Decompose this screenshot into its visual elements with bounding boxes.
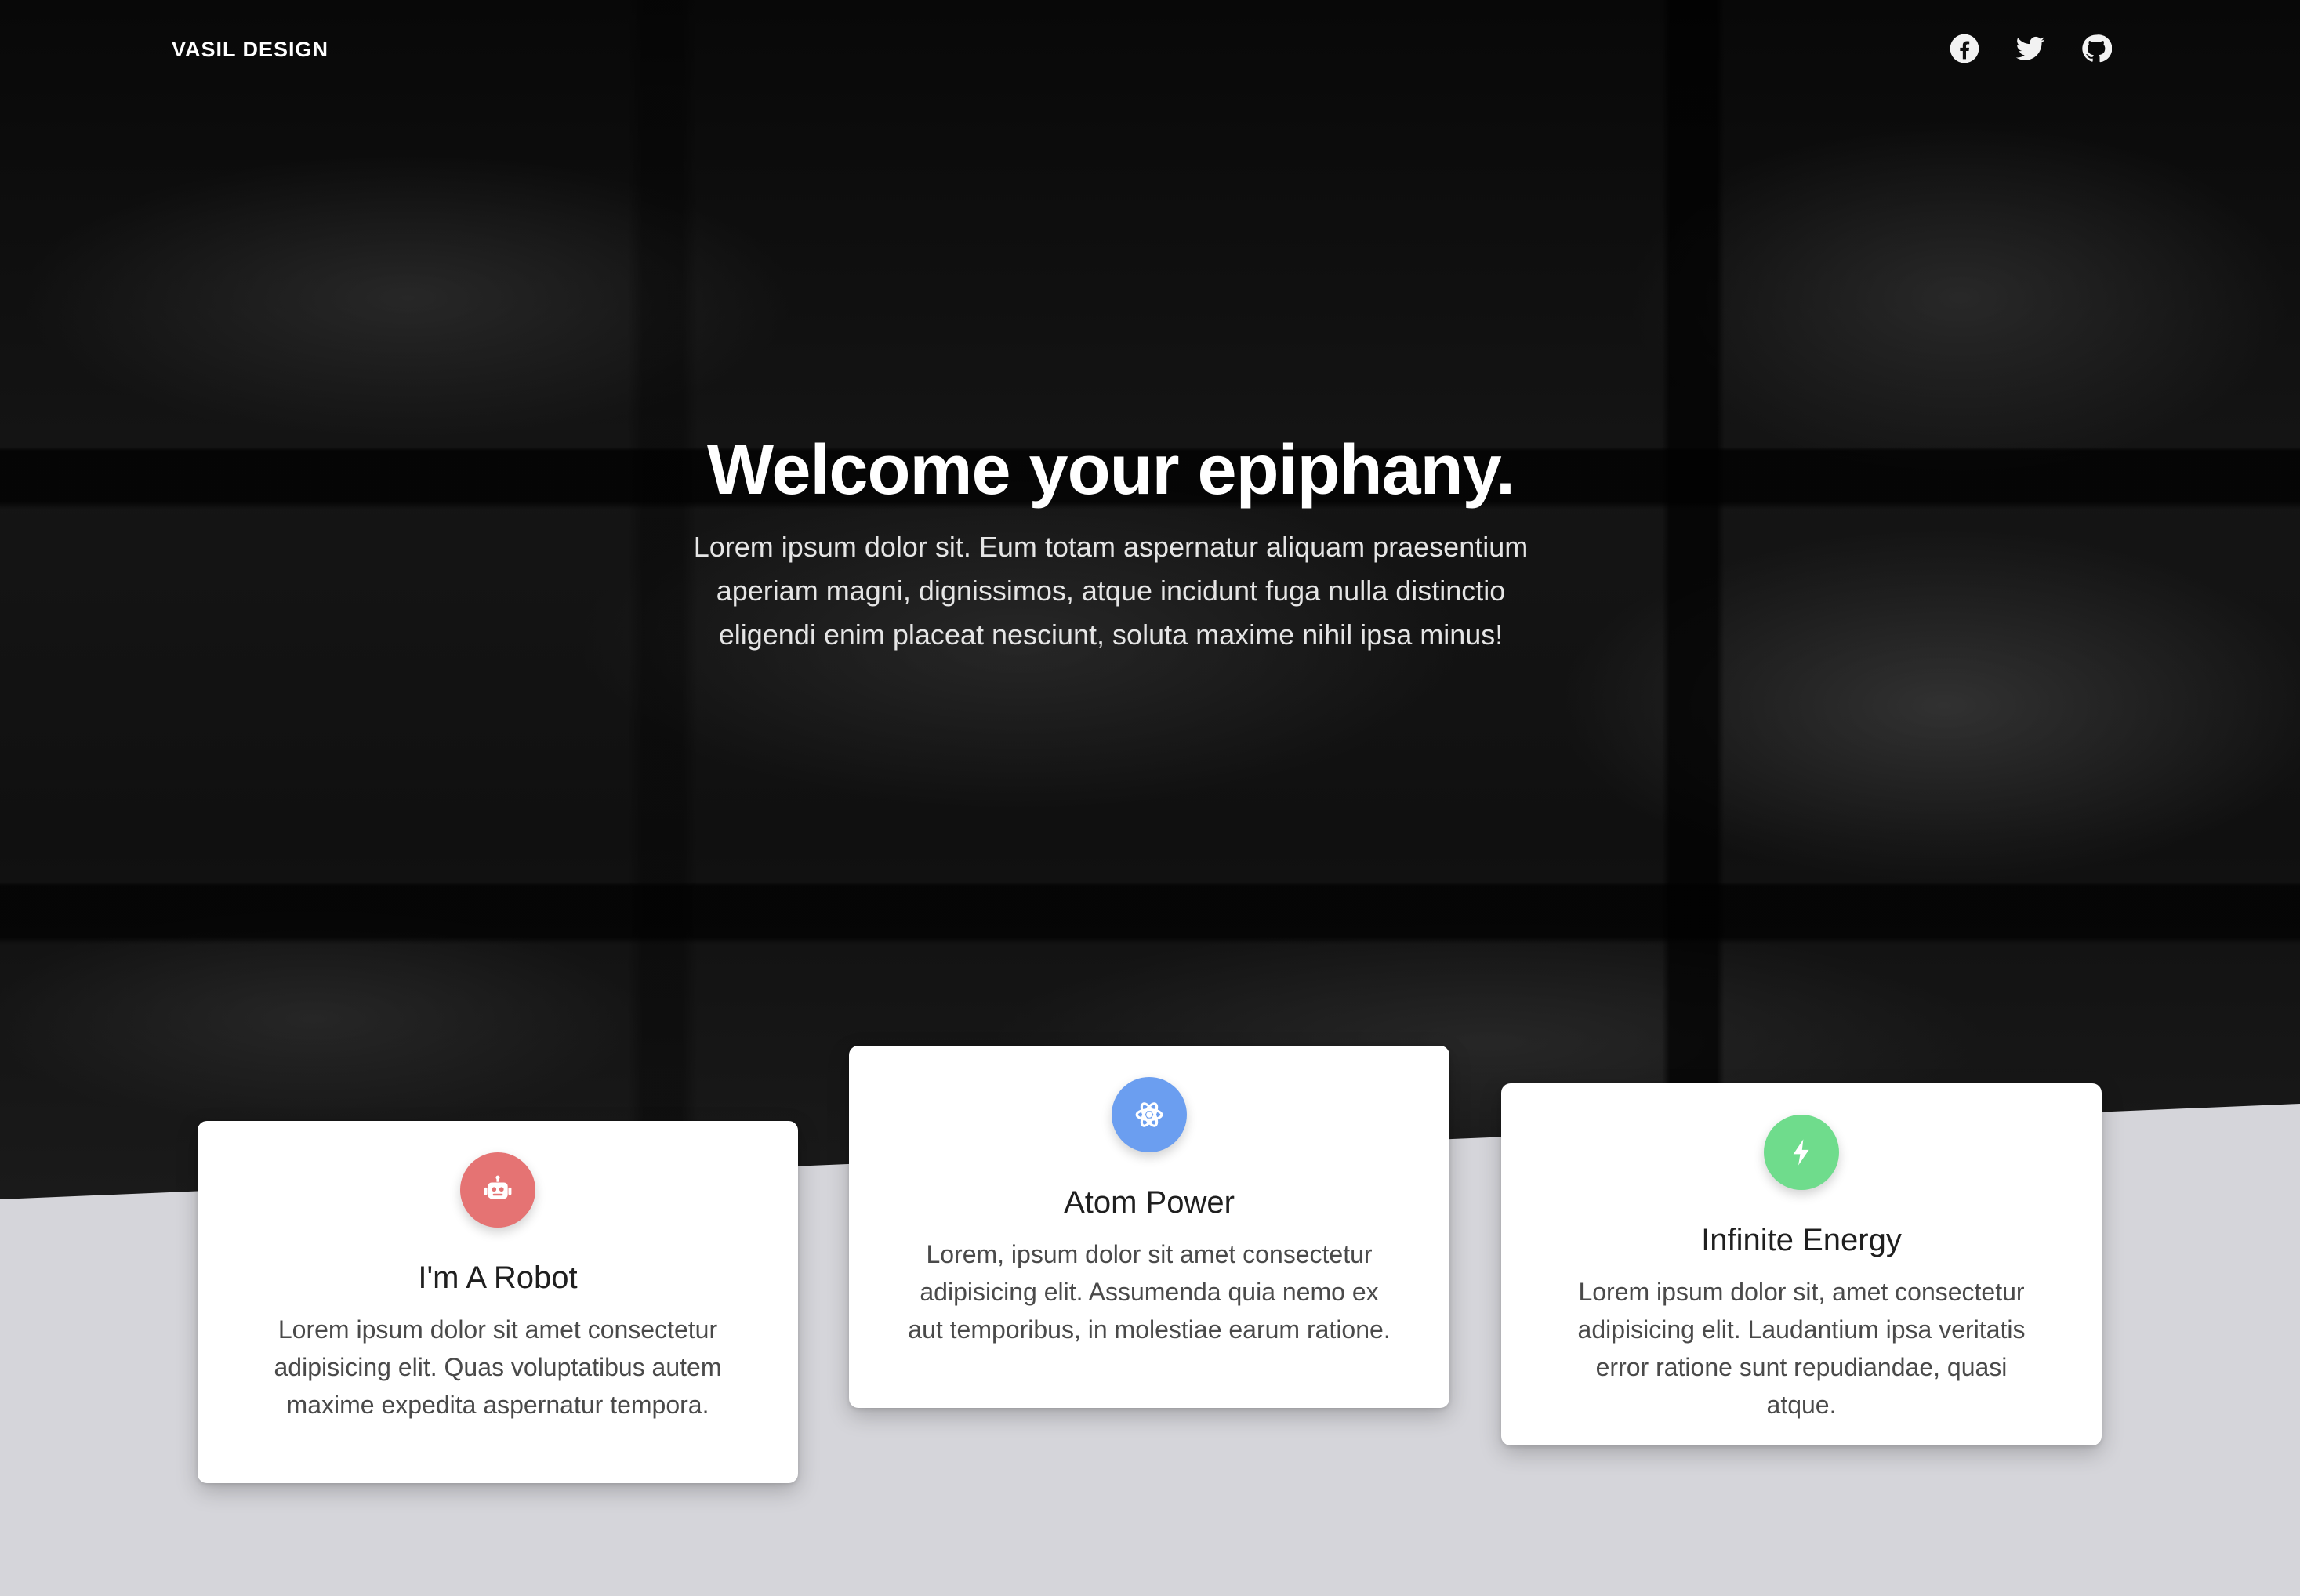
brand-logo[interactable]: VASIL DESIGN	[172, 38, 328, 62]
facebook-icon[interactable]	[1949, 33, 1980, 64]
github-icon[interactable]	[2081, 33, 2112, 64]
feature-card-energy: Infinite Energy Lorem ipsum dolor sit, a…	[1501, 1083, 2102, 1445]
hero-description: Lorem ipsum dolor sit. Eum totam asperna…	[693, 531, 1529, 651]
twitter-icon[interactable]	[2015, 33, 2046, 64]
robot-icon	[460, 1152, 535, 1228]
atom-icon	[1112, 1077, 1187, 1152]
feature-card-robot: I'm A Robot Lorem ipsum dolor sit amet c…	[198, 1121, 798, 1483]
card-description: Lorem ipsum dolor sit amet consectetur a…	[274, 1315, 722, 1419]
hero-content: Welcome your epiphany. Lorem ipsum dolor…	[0, 422, 2222, 657]
top-nav: VASIL DESIGN	[0, 0, 2300, 102]
hero-title: Welcome your epiphany.	[707, 431, 1515, 510]
lightning-bolt-icon	[1764, 1115, 1839, 1190]
card-description: Lorem ipsum dolor sit, amet consectetur …	[1577, 1278, 2026, 1419]
card-title: Infinite Energy	[1701, 1223, 1902, 1257]
card-title: I'm A Robot	[418, 1260, 578, 1295]
feature-card-atom: Atom Power Lorem, ipsum dolor sit amet c…	[849, 1046, 1449, 1408]
card-title: Atom Power	[1064, 1185, 1235, 1220]
card-description: Lorem, ipsum dolor sit amet consectetur …	[908, 1240, 1391, 1344]
